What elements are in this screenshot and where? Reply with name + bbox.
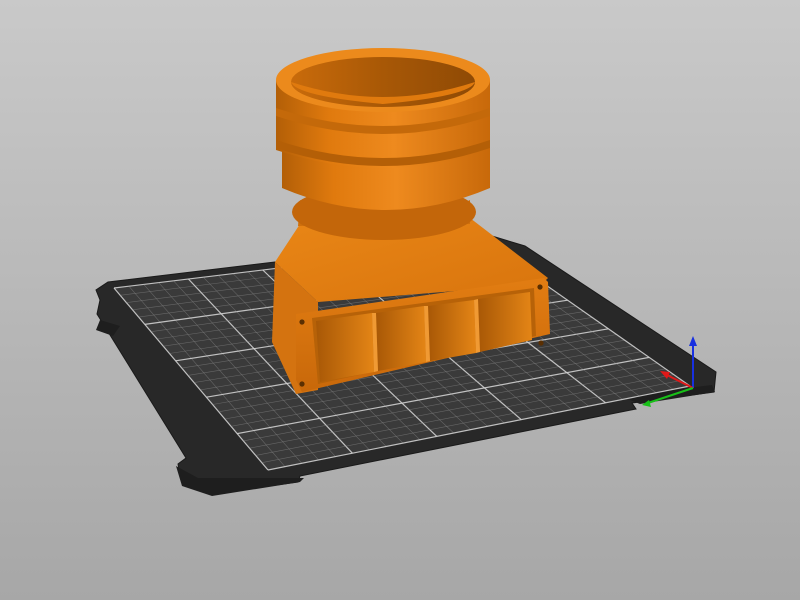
model-duct-slot: [376, 306, 426, 371]
scene-canvas[interactable]: [0, 0, 800, 600]
screw-hole: [299, 319, 305, 325]
screw-hole: [299, 381, 305, 387]
3d-viewport[interactable]: [0, 0, 800, 600]
screw-hole: [537, 284, 543, 290]
model-duct-slot: [316, 313, 374, 382]
model-duct-slot: [428, 300, 476, 361]
screw-hole: [538, 340, 544, 346]
